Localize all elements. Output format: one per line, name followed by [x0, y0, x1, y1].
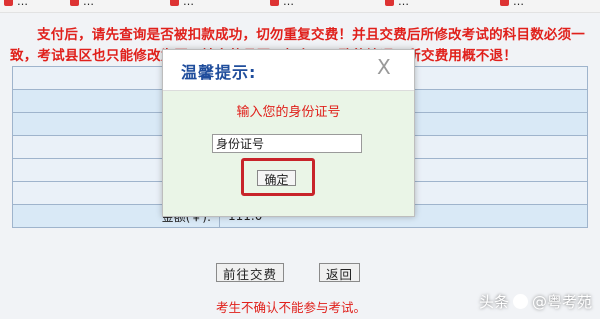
top-nav-bar: … … … … … … — [0, 0, 600, 13]
nav-item-label: … — [513, 0, 524, 8]
nav-item[interactable]: … — [70, 0, 94, 8]
watermark-logo-icon — [512, 294, 528, 309]
nav-item[interactable]: … — [4, 0, 28, 8]
nav-icon — [385, 0, 394, 6]
nav-item[interactable]: … — [270, 0, 294, 8]
nav-item-label: … — [283, 0, 294, 8]
nav-icon — [270, 0, 279, 6]
watermark-handle: @粤考苑 — [531, 293, 592, 311]
back-button[interactable]: 返回 — [319, 263, 361, 282]
dialog-prompt: 输入您的身份证号 — [236, 105, 341, 120]
confirm-highlight-box: 确定 — [241, 158, 315, 196]
nav-icon — [170, 0, 179, 6]
nav-item[interactable]: … — [170, 0, 194, 8]
nav-icon — [70, 0, 79, 6]
dialog-body: 输入您的身份证号 确定 — [163, 91, 414, 216]
nav-item[interactable]: … — [385, 0, 409, 8]
proceed-payment-button[interactable]: 前往交费 — [216, 263, 285, 282]
nav-item-label: … — [183, 0, 194, 8]
close-icon[interactable]: X — [377, 55, 391, 79]
nav-icon — [4, 0, 13, 6]
nav-item[interactable]: … — [500, 0, 524, 8]
watermark: 头条 @粤考苑 — [479, 291, 592, 312]
bottom-warning: 考生不确认不能参与考试。 — [216, 300, 367, 315]
watermark-platform: 头条 — [478, 293, 509, 311]
dialog-header: 温馨提示: X — [163, 50, 414, 91]
id-number-input[interactable] — [212, 134, 362, 153]
id-prompt-dialog: 温馨提示: X 输入您的身份证号 确定 — [162, 49, 415, 217]
nav-item-label: … — [83, 0, 94, 8]
nav-icon — [500, 0, 509, 6]
nav-item-label: … — [17, 0, 28, 8]
nav-item-label: … — [398, 0, 409, 8]
dialog-title: 温馨提示: — [181, 63, 257, 82]
confirm-button[interactable]: 确定 — [257, 170, 296, 187]
